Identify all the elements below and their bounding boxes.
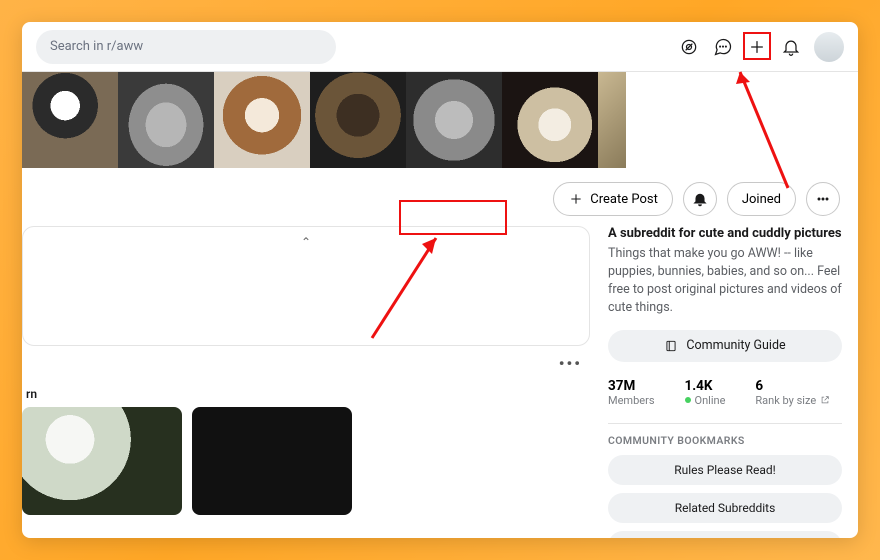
joined-label: Joined: [742, 192, 781, 207]
search-input[interactable]: Search in r/aww: [36, 30, 336, 64]
create-post-label: Create Post: [590, 192, 658, 207]
banner-image: [118, 72, 214, 168]
app-window: Search in r/aww Create Post: [22, 22, 858, 538]
banner-image: [214, 72, 310, 168]
members-label: Members: [608, 394, 655, 407]
divider: [608, 423, 842, 424]
bell-icon: [692, 191, 708, 207]
banner-image: [598, 72, 626, 168]
sidebar-description: Things that make you go AWW! -- like pup…: [608, 245, 842, 318]
rank-value: 6: [755, 378, 830, 394]
notifications-button[interactable]: [683, 182, 717, 216]
inbox-bell-icon[interactable]: [776, 32, 806, 62]
stat-online: 1.4K Online: [685, 378, 726, 407]
joined-button[interactable]: Joined: [727, 182, 796, 216]
create-post-button[interactable]: Create Post: [553, 182, 673, 216]
chat-icon[interactable]: [708, 32, 738, 62]
stat-members: 37M Members: [608, 378, 655, 407]
community-guide-label: Community Guide: [686, 338, 785, 353]
annotation-highlight-create-post: [399, 200, 507, 235]
subreddit-banner: [22, 72, 858, 168]
chevron-up-icon: ⌃: [301, 235, 311, 249]
annotation-highlight-top-plus: [743, 32, 771, 60]
banner-image: [502, 72, 598, 168]
adfree-icon[interactable]: [674, 32, 704, 62]
online-value: 1.4K: [685, 378, 726, 394]
members-value: 37M: [608, 378, 655, 394]
online-dot-icon: [685, 397, 691, 403]
community-guide-button[interactable]: Community Guide: [608, 330, 842, 362]
rank-label[interactable]: Rank by size: [755, 394, 830, 407]
user-avatar[interactable]: [814, 32, 844, 62]
bookmarks-header: COMMUNITY BOOKMARKS: [608, 434, 842, 447]
online-label: Online: [685, 394, 726, 407]
top-bar: Search in r/aww: [22, 22, 858, 72]
feed-overflow-button[interactable]: •••: [22, 346, 594, 381]
content-columns: ⌃ ••• rn A subreddit for cute and cuddly…: [22, 226, 858, 538]
search-placeholder: Search in r/aww: [50, 39, 143, 54]
community-stats: 37M Members 1.4K Online 6 Rank by size: [608, 378, 842, 407]
feed-thumbnails: [22, 407, 594, 515]
book-icon: [664, 339, 678, 353]
banner-image: [22, 72, 118, 168]
more-icon: [815, 191, 831, 207]
sidebar-title: A subreddit for cute and cuddly pictures: [608, 226, 842, 241]
plus-icon: [568, 191, 584, 207]
banner-image: [406, 72, 502, 168]
bookmark-button[interactable]: Related Subreddits: [608, 493, 842, 523]
bookmark-button[interactable]: Discord: [608, 531, 842, 539]
overflow-menu-button[interactable]: [806, 182, 840, 216]
banner-image: [310, 72, 406, 168]
post-thumbnail[interactable]: [22, 407, 182, 515]
feed-text-fragment: rn: [22, 387, 594, 401]
feed: rn: [22, 387, 594, 515]
bookmark-button[interactable]: Rules Please Read!: [608, 455, 842, 485]
community-sidebar: A subreddit for cute and cuddly pictures…: [608, 226, 842, 538]
sort-card[interactable]: ⌃: [22, 226, 590, 346]
post-thumbnail[interactable]: [192, 407, 352, 515]
feed-column: ⌃ ••• rn: [22, 226, 594, 515]
stat-rank: 6 Rank by size: [755, 378, 830, 407]
external-link-icon: [820, 395, 830, 405]
